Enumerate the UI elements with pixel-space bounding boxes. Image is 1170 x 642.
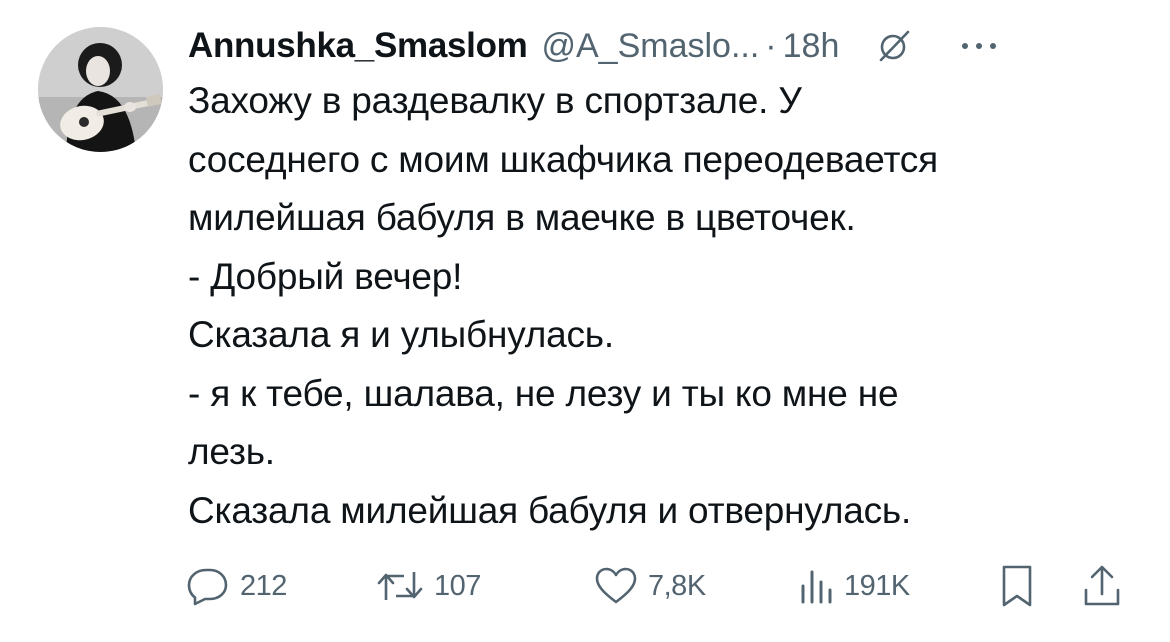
views-count: 191K	[844, 569, 910, 602]
tweet-text-line: - Добрый вечер!	[188, 255, 463, 297]
tweet-text-line: милейшая бабуля в маечке в цветочек.	[188, 197, 856, 238]
repost-count: 107	[434, 569, 481, 602]
share-button[interactable]	[1082, 560, 1122, 612]
tweet-text-line: лезь.	[188, 431, 275, 472]
repost-icon	[377, 572, 423, 600]
more-icon[interactable]	[959, 29, 999, 63]
bookmark-icon	[1002, 565, 1032, 607]
tweet-time[interactable]: 18h	[783, 27, 840, 66]
tweet-text: Захожу в раздевалку в спортзале. У сосед…	[188, 72, 1148, 540]
heart-icon	[595, 567, 637, 604]
grok-icon[interactable]	[877, 29, 911, 63]
repost-button[interactable]: 107	[376, 560, 481, 612]
tweet-header: Annushka_Smaslom @A_Smaslo... · 18h	[188, 22, 1148, 70]
analytics-icon	[801, 570, 832, 604]
views-button[interactable]: 191K	[798, 560, 910, 612]
header-separator: ·	[765, 26, 777, 65]
reply-icon	[187, 568, 228, 606]
author-handle[interactable]: @A_Smaslo...	[541, 27, 759, 66]
tweet[interactable]: Annushka_Smaslom @A_Smaslo... · 18h Захо…	[0, 0, 1170, 642]
reply-button[interactable]: 212	[186, 560, 287, 612]
tweet-text-line: Сказала милейшая бабуля и отвернулась.	[188, 489, 912, 531]
reply-count: 212	[240, 569, 287, 602]
like-count: 7,8K	[648, 569, 706, 602]
tweet-text-line: Захожу в раздевалку в спортзале. У	[188, 80, 802, 121]
avatar-image	[38, 27, 163, 152]
tweet-text-line: Сказала я и улыбнулась.	[188, 314, 614, 355]
like-button[interactable]: 7,8K	[594, 560, 706, 612]
tweet-text-line: соседнего с моим шкафчика переодевается	[188, 138, 938, 180]
tweet-text-line: - я к тебе, шалава, не лезу и ты ко мне …	[188, 372, 899, 414]
bookmark-button[interactable]	[1000, 560, 1034, 612]
author-display-name[interactable]: Annushka_Smaslom	[188, 26, 528, 66]
share-icon	[1084, 565, 1120, 606]
avatar[interactable]	[38, 27, 163, 152]
action-bar: 212 107 7,8K 191K	[186, 560, 1136, 612]
